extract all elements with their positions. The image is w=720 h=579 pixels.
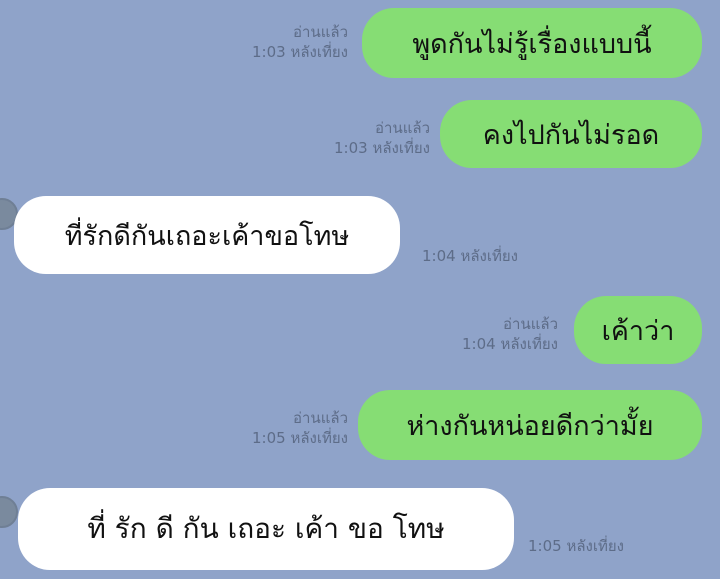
message-text: คงไปกันไม่รอด	[482, 119, 660, 151]
sent-message-bubble[interactable]: พูดกันไม่รู้เรื่องแบบนี้	[362, 8, 702, 78]
sent-message-bubble[interactable]: ห่างกันหน่อยดีกว่ามั้ย	[358, 390, 702, 460]
message-meta: 1:05 หลังเที่ยง	[528, 536, 624, 556]
message-text: ห่างกันหน่อยดีกว่ามั้ย	[406, 410, 654, 442]
message-meta: อ่านแล้ว 1:03 หลังเที่ยง	[252, 22, 348, 62]
message-text: พูดกันไม่รู้เรื่องแบบนี้	[412, 28, 652, 60]
sent-message-bubble[interactable]: เค้าว่า	[574, 296, 702, 364]
message-meta: อ่านแล้ว 1:05 หลังเที่ยง	[252, 408, 348, 448]
message-timestamp: 1:05 หลังเที่ยง	[528, 537, 624, 555]
message-meta: 1:04 หลังเที่ยง	[422, 246, 518, 266]
received-message-bubble[interactable]: ที่รักดีกันเถอะเค้าขอโทษ	[14, 196, 400, 274]
message-timestamp: 1:04 หลังเที่ยง	[462, 335, 558, 353]
sent-message-bubble[interactable]: คงไปกันไม่รอด	[440, 100, 702, 168]
contact-avatar[interactable]	[0, 496, 18, 528]
message-text: ที่รักดีกันเถอะเค้าขอโทษ	[64, 220, 350, 252]
message-text: ที่ รัก ดี กัน เถอะ เค้า ขอ โทษ	[87, 512, 445, 545]
read-receipt: อ่านแล้ว	[293, 23, 348, 41]
message-meta: อ่านแล้ว 1:04 หลังเที่ยง	[462, 314, 558, 354]
read-receipt: อ่านแล้ว	[375, 119, 430, 137]
read-receipt: อ่านแล้ว	[293, 409, 348, 427]
message-timestamp: 1:04 หลังเที่ยง	[422, 247, 518, 265]
read-receipt: อ่านแล้ว	[503, 315, 558, 333]
message-timestamp: 1:03 หลังเที่ยง	[252, 43, 348, 61]
message-timestamp: 1:05 หลังเที่ยง	[252, 429, 348, 447]
chat-thread: อ่านแล้ว 1:03 หลังเที่ยง พูดกันไม่รู้เรื…	[0, 0, 720, 579]
message-timestamp: 1:03 หลังเที่ยง	[334, 139, 430, 157]
received-message-bubble[interactable]: ที่ รัก ดี กัน เถอะ เค้า ขอ โทษ	[18, 488, 514, 570]
message-meta: อ่านแล้ว 1:03 หลังเที่ยง	[334, 118, 430, 158]
message-text: เค้าว่า	[601, 315, 675, 347]
